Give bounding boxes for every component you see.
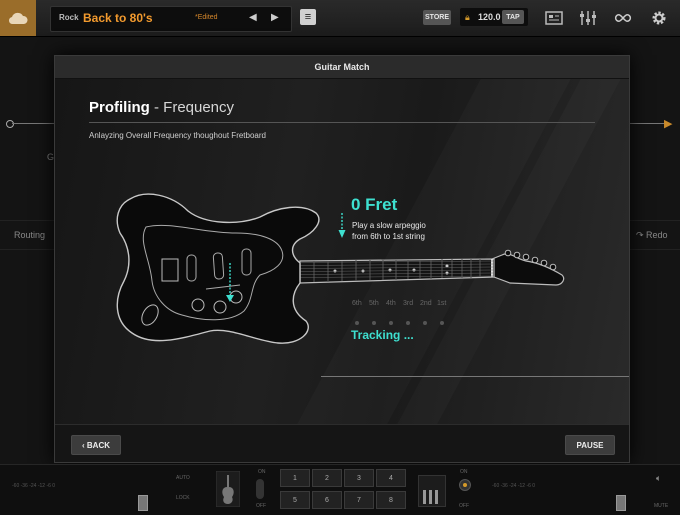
mixer-icon[interactable] bbox=[579, 9, 597, 27]
tuner-toggle[interactable] bbox=[256, 479, 264, 499]
pause-button[interactable]: PAUSE bbox=[565, 435, 615, 455]
current-fret: 0 Fret bbox=[351, 195, 398, 214]
string-label: 3rd bbox=[403, 300, 414, 307]
input-level-slider[interactable] bbox=[138, 495, 148, 511]
chain-label: G bbox=[47, 152, 55, 162]
string-dot bbox=[423, 321, 427, 325]
routing-button[interactable]: Routing bbox=[14, 230, 45, 240]
redo-label: Redo bbox=[646, 230, 668, 240]
tempo-box: 🔒︎ 120.0 TAP bbox=[460, 8, 528, 26]
preset-category: Rock bbox=[59, 13, 79, 22]
guitar-match-dialog: Guitar Match Profiling - Frequency Anlay… bbox=[54, 55, 630, 463]
fx-toggle[interactable] bbox=[459, 479, 471, 491]
pad-button[interactable]: 7 bbox=[344, 491, 374, 509]
lock-button[interactable]: LOCK bbox=[176, 495, 190, 501]
down-arrow-icon bbox=[338, 213, 346, 238]
display-icon[interactable] bbox=[545, 9, 563, 27]
lock-icon[interactable]: 🔒︎ bbox=[465, 12, 470, 23]
store-button[interactable]: STORE bbox=[423, 10, 451, 25]
input-jack-icon bbox=[6, 120, 14, 128]
signal-line bbox=[12, 123, 54, 124]
instruction-text: Play a slow arpeggio from 6th to 1st str… bbox=[352, 220, 426, 242]
tempo-value[interactable]: 120.0 bbox=[478, 12, 501, 22]
settings-gear-icon[interactable] bbox=[650, 9, 668, 27]
loop-icon[interactable] bbox=[614, 9, 632, 27]
preset-name[interactable]: Back to 80's bbox=[83, 11, 153, 25]
guitar-input-icon[interactable] bbox=[216, 471, 240, 507]
bottom-control-bar: -60 -36 -24 -12 -6 0 AUTO LOCK ON OFF 1 … bbox=[0, 464, 680, 515]
instruction-line-2: from 6th to 1st string bbox=[352, 232, 425, 241]
fx-sliders-icon[interactable] bbox=[418, 475, 446, 507]
on-label: ON bbox=[460, 469, 468, 475]
string-dot bbox=[372, 321, 376, 325]
pad-button[interactable]: 1 bbox=[280, 469, 310, 487]
on-label: ON bbox=[258, 469, 266, 475]
cloud-logo-icon[interactable] bbox=[0, 0, 36, 36]
string-dot bbox=[406, 321, 410, 325]
string-dot bbox=[389, 321, 393, 325]
string-dot bbox=[355, 321, 359, 325]
output-arrow-icon: ▶ bbox=[664, 118, 673, 130]
preset-selector[interactable]: Rock Back to 80's *Edited ◀ ▶ bbox=[50, 6, 292, 32]
prev-preset-icon[interactable]: ◀ bbox=[249, 12, 257, 23]
string-label: 6th bbox=[352, 300, 362, 307]
string-label: 4th bbox=[386, 300, 396, 307]
signal-line bbox=[628, 123, 666, 124]
redo-button[interactable]: ↷ Redo bbox=[636, 230, 668, 241]
pad-button[interactable]: 4 bbox=[376, 469, 406, 487]
pad-button[interactable]: 2 bbox=[312, 469, 342, 487]
redo-icon: ↷ bbox=[636, 230, 647, 240]
string-dot bbox=[440, 321, 444, 325]
string-label: 2nd bbox=[420, 300, 432, 307]
step-description: Anlayzing Overall Frequency thoughout Fr… bbox=[89, 131, 266, 140]
top-toolbar: Rock Back to 80's *Edited ◀ ▶ ≡ STORE 🔒︎… bbox=[0, 0, 680, 37]
dialog-title: Guitar Match bbox=[55, 56, 629, 79]
auto-button[interactable]: AUTO bbox=[176, 475, 190, 481]
tap-button[interactable]: TAP bbox=[502, 10, 524, 24]
mute-button[interactable]: MUTE bbox=[654, 503, 668, 509]
output-level-slider[interactable] bbox=[616, 495, 626, 511]
divider bbox=[321, 376, 629, 377]
heading-bold: Profiling bbox=[89, 99, 150, 116]
string-label: 5th bbox=[369, 300, 379, 307]
divider bbox=[89, 122, 595, 123]
preset-list-button[interactable]: ≡ bbox=[300, 9, 316, 25]
input-meter-scale: -60 -36 -24 -12 -6 0 bbox=[12, 483, 56, 489]
dialog-footer: ‹ BACK PAUSE bbox=[55, 424, 629, 462]
instruction-line-1: Play a slow arpeggio bbox=[352, 221, 426, 230]
pad-button[interactable]: 5 bbox=[280, 491, 310, 509]
back-button[interactable]: ‹ BACK bbox=[71, 435, 121, 455]
string-labels: 6th 5th 4th 3rd 2nd 1st bbox=[352, 300, 454, 307]
heading-subtitle: - Frequency bbox=[149, 99, 235, 116]
dialog-body: Profiling - Frequency Anlayzing Overall … bbox=[55, 79, 629, 424]
speaker-icon[interactable]: 🔈︎ bbox=[656, 473, 661, 484]
pad-button[interactable]: 6 bbox=[312, 491, 342, 509]
next-preset-icon[interactable]: ▶ bbox=[271, 12, 279, 23]
string-label: 1st bbox=[437, 300, 447, 307]
pad-button[interactable]: 8 bbox=[376, 491, 406, 509]
edited-tag: *Edited bbox=[195, 14, 218, 21]
step-heading: Profiling - Frequency bbox=[89, 99, 234, 116]
tracking-status: Tracking ... bbox=[351, 328, 414, 342]
output-meter-scale: -60 -36 -24 -12 -6 0 bbox=[492, 483, 536, 489]
off-label: OFF bbox=[459, 503, 469, 509]
pad-button[interactable]: 3 bbox=[344, 469, 374, 487]
off-label: OFF bbox=[256, 503, 266, 509]
